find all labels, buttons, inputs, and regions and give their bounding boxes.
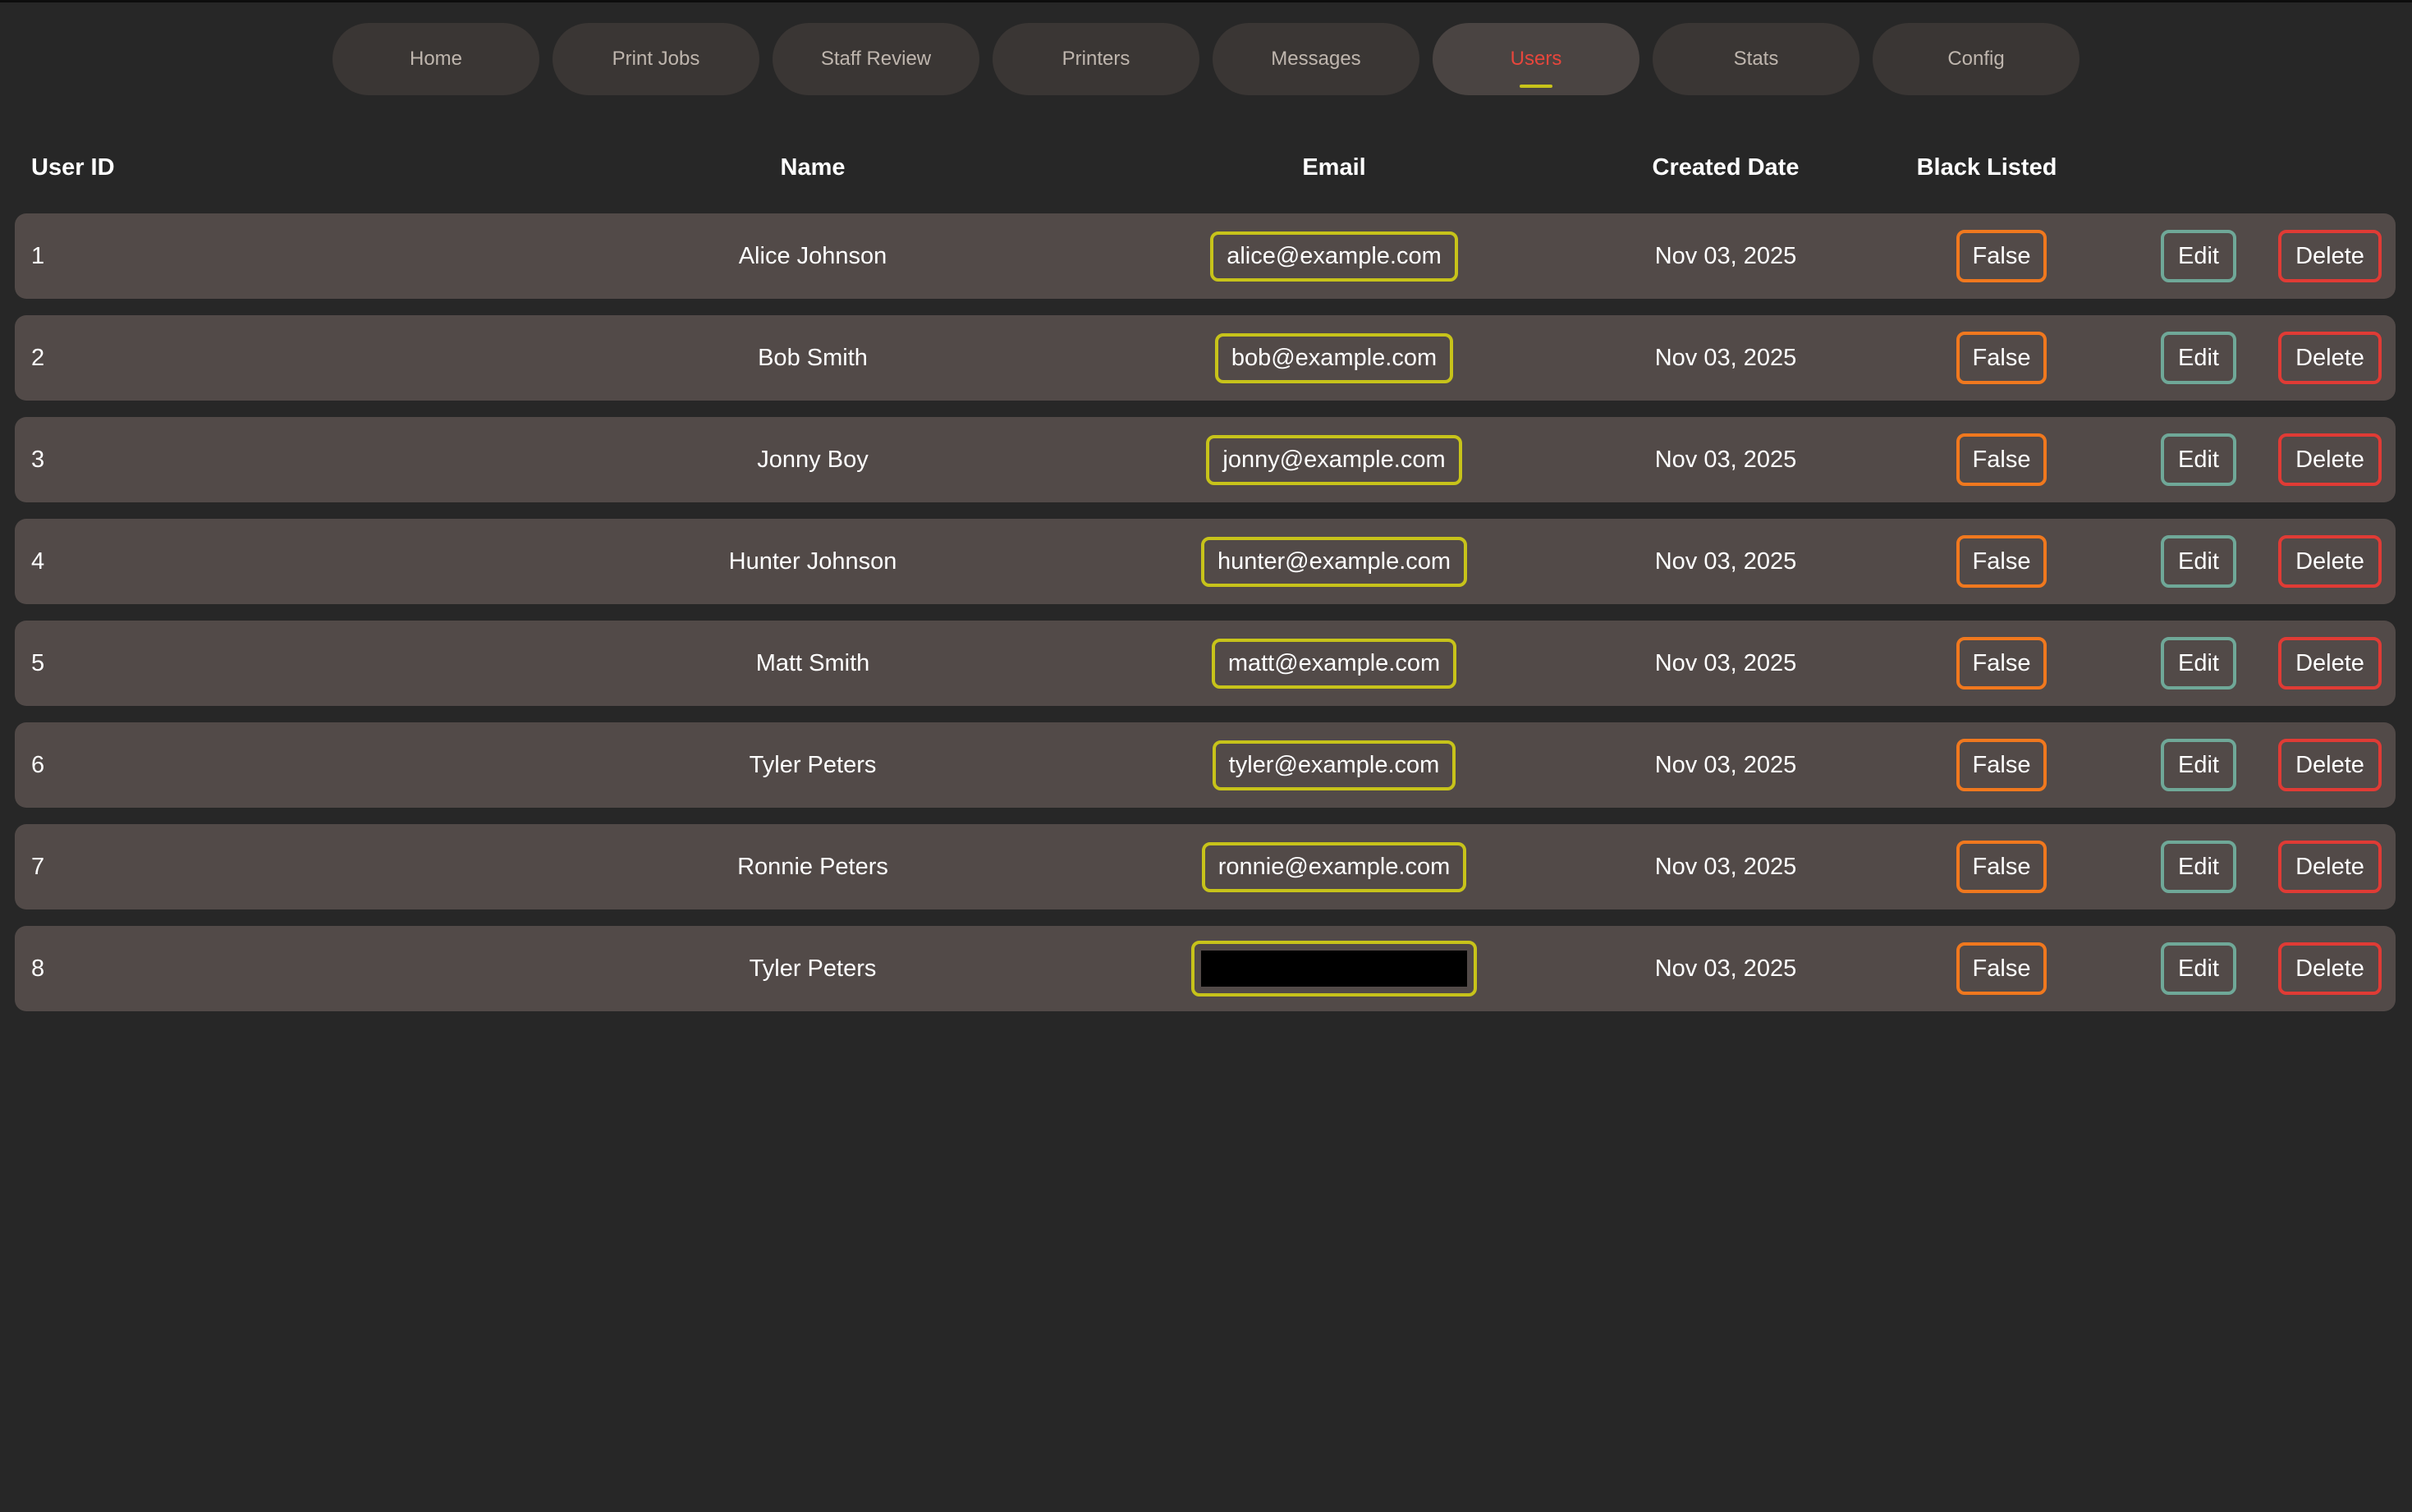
edit-button[interactable]: Edit <box>2161 841 2236 893</box>
tab-config[interactable]: Config <box>1873 23 2080 95</box>
blacklist-toggle-button[interactable]: False <box>1956 841 2047 893</box>
table-header: User ID Name Email Created Date Black Li… <box>0 150 2412 185</box>
tab-label: Print Jobs <box>612 48 700 70</box>
email-field[interactable]: tyler@example.com <box>1212 740 1456 790</box>
blacklist-toggle-button[interactable]: False <box>1956 739 2047 791</box>
tab-print-jobs[interactable]: Print Jobs <box>553 23 759 95</box>
user-id: 8 <box>31 955 45 982</box>
delete-button[interactable]: Delete <box>2278 841 2382 893</box>
edit-button[interactable]: Edit <box>2161 433 2236 486</box>
blacklist-toggle-button[interactable]: False <box>1956 230 2047 282</box>
email-field[interactable]: ronnie@example.com <box>1201 841 1467 892</box>
tab-label: Users <box>1510 48 1562 70</box>
user-id: 4 <box>31 548 45 575</box>
header-black-listed: Black Listed <box>1916 154 2057 181</box>
edit-button[interactable]: Edit <box>2161 942 2236 995</box>
user-name: Tyler Peters <box>749 751 877 778</box>
user-id: 6 <box>31 751 45 778</box>
table-row: 5 Matt Smith matt@example.com Nov 03, 20… <box>15 621 2396 706</box>
tab-home[interactable]: Home <box>332 23 539 95</box>
user-name: Matt Smith <box>755 649 870 676</box>
blacklist-toggle-button[interactable]: False <box>1956 637 2047 690</box>
edit-button[interactable]: Edit <box>2161 230 2236 282</box>
tab-messages[interactable]: Messages <box>1213 23 1419 95</box>
table-row: 6 Tyler Peters tyler@example.com Nov 03,… <box>15 722 2396 808</box>
user-name: Ronnie Peters <box>737 853 888 880</box>
delete-button[interactable]: Delete <box>2278 230 2382 282</box>
tab-label: Printers <box>1062 48 1130 70</box>
created-date: Nov 03, 2025 <box>1654 955 1797 982</box>
edit-button[interactable]: Edit <box>2161 739 2236 791</box>
user-name: Hunter Johnson <box>728 548 897 575</box>
user-name: Jonny Boy <box>757 446 869 473</box>
email-field[interactable]: bob@example.com <box>1214 332 1454 383</box>
user-id: 3 <box>31 446 45 473</box>
table-row: 1 Alice Johnson alice@example.com Nov 03… <box>15 213 2396 299</box>
delete-button[interactable]: Delete <box>2278 433 2382 486</box>
tab-printers[interactable]: Printers <box>993 23 1199 95</box>
header-user-id: User ID <box>31 154 115 181</box>
users-table-body: 1 Alice Johnson alice@example.com Nov 03… <box>15 213 2396 1028</box>
email-field-redacted[interactable] <box>1191 941 1477 997</box>
user-id: 7 <box>31 853 45 880</box>
email-field[interactable]: hunter@example.com <box>1200 536 1468 587</box>
blacklist-toggle-button[interactable]: False <box>1956 942 2047 995</box>
header-email: Email <box>1302 154 1366 181</box>
table-row: 8 Tyler Peters Nov 03, 2025 False Edit D… <box>15 926 2396 1011</box>
created-date: Nov 03, 2025 <box>1654 242 1797 269</box>
created-date: Nov 03, 2025 <box>1654 446 1797 473</box>
table-row: 2 Bob Smith bob@example.com Nov 03, 2025… <box>15 315 2396 401</box>
delete-button[interactable]: Delete <box>2278 637 2382 690</box>
redaction-block <box>1201 951 1467 987</box>
created-date: Nov 03, 2025 <box>1654 853 1797 880</box>
created-date: Nov 03, 2025 <box>1654 649 1797 676</box>
table-row: 3 Jonny Boy jonny@example.com Nov 03, 20… <box>15 417 2396 502</box>
edit-button[interactable]: Edit <box>2161 637 2236 690</box>
tab-label: Config <box>1947 48 2005 70</box>
delete-button[interactable]: Delete <box>2278 332 2382 384</box>
created-date: Nov 03, 2025 <box>1654 751 1797 778</box>
user-id: 1 <box>31 242 45 269</box>
tab-users[interactable]: Users <box>1433 23 1639 95</box>
tab-staff-review[interactable]: Staff Review <box>773 23 979 95</box>
delete-button[interactable]: Delete <box>2278 739 2382 791</box>
tab-label: Home <box>409 48 463 70</box>
active-tab-indicator <box>1520 85 1552 88</box>
delete-button[interactable]: Delete <box>2278 942 2382 995</box>
delete-button[interactable]: Delete <box>2278 535 2382 588</box>
blacklist-toggle-button[interactable]: False <box>1956 332 2047 384</box>
created-date: Nov 03, 2025 <box>1654 344 1797 371</box>
tab-label: Staff Review <box>820 48 932 70</box>
header-name: Name <box>780 154 846 181</box>
edit-button[interactable]: Edit <box>2161 332 2236 384</box>
user-id: 5 <box>31 649 45 676</box>
email-field[interactable]: matt@example.com <box>1211 638 1457 689</box>
tab-stats[interactable]: Stats <box>1653 23 1859 95</box>
user-name: Alice Johnson <box>738 242 887 269</box>
user-id: 2 <box>31 344 45 371</box>
table-row: 7 Ronnie Peters ronnie@example.com Nov 0… <box>15 824 2396 909</box>
email-field[interactable]: alice@example.com <box>1210 231 1458 282</box>
blacklist-toggle-button[interactable]: False <box>1956 535 2047 588</box>
edit-button[interactable]: Edit <box>2161 535 2236 588</box>
email-field[interactable]: jonny@example.com <box>1206 434 1462 485</box>
user-name: Bob Smith <box>758 344 868 371</box>
table-row: 4 Hunter Johnson hunter@example.com Nov … <box>15 519 2396 604</box>
blacklist-toggle-button[interactable]: False <box>1956 433 2047 486</box>
user-name: Tyler Peters <box>749 955 877 982</box>
tab-label: Stats <box>1733 48 1779 70</box>
created-date: Nov 03, 2025 <box>1654 548 1797 575</box>
main-nav: Home Print Jobs Staff Review Printers Me… <box>0 23 2412 95</box>
tab-label: Messages <box>1271 48 1361 70</box>
